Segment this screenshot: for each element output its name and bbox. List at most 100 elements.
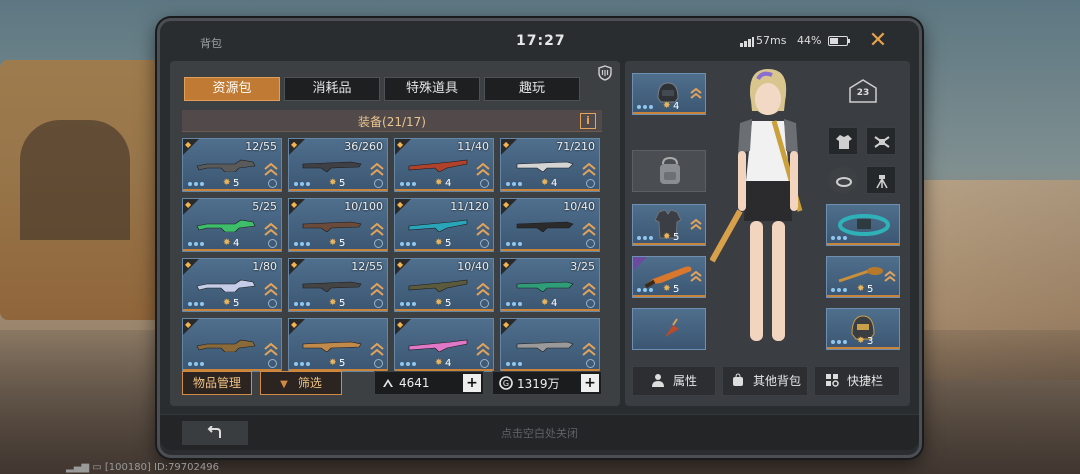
equipment-slot[interactable]: ◆ 11/120 ✸ 5 (394, 198, 494, 252)
tool-tab-button[interactable] (866, 166, 896, 194)
quickbar-button[interactable]: 快捷栏 (814, 366, 900, 396)
equipment-slot[interactable]: ◆ 3/25 ✸ 4 (500, 258, 600, 312)
fire-mode-icon (586, 239, 595, 248)
weapon-type-icon: ◆ (291, 320, 298, 329)
ammo-count: 71/210 (556, 140, 595, 153)
accessory-tab-button[interactable] (828, 166, 858, 194)
upgrade-chevron-icon (582, 342, 596, 356)
weapon-type-icon: ◆ (503, 260, 510, 269)
ammo-count: 11/40 (457, 140, 489, 153)
upgrade-chevron-icon (370, 162, 384, 176)
ammo-count: 1/80 (252, 260, 277, 273)
close-button[interactable]: ✕ (866, 29, 890, 53)
equipment-slot[interactable]: ◆ 12/55 ✸ 5 (182, 138, 282, 192)
outfit-tab-button[interactable] (828, 127, 858, 155)
equipment-slot[interactable]: ◆ ✸ 5 (288, 318, 388, 372)
durability-bar (183, 309, 281, 311)
equipment-slot[interactable]: ◆ 10/100 ✸ 5 (288, 198, 388, 252)
rarity-dots (400, 302, 416, 306)
ammo-count: 10/100 (344, 200, 383, 213)
upgrade-chevron-icon (690, 218, 702, 230)
equip-slot-helmet-top[interactable]: ✸ 4 (632, 73, 706, 115)
attributes-label: 属性 (673, 374, 698, 388)
bag-icon (733, 373, 743, 386)
fire-mode-icon (268, 299, 277, 308)
add-coins-button[interactable]: + (581, 374, 599, 392)
star-icon: ✸ (329, 178, 337, 188)
equip-slot-pan[interactable]: ✸ 5 (826, 256, 900, 298)
info-icon[interactable]: i (580, 113, 596, 129)
shield-icon[interactable] (598, 65, 612, 81)
star-icon: ✸ (857, 336, 865, 346)
window-title: 背包 (200, 37, 222, 50)
equipment-slot[interactable]: ◆ 1/80 ✸ 5 (182, 258, 282, 312)
weapon-icon (516, 281, 574, 292)
equipment-count-title: 装备(21/17) (358, 115, 426, 129)
slot-level: 4 (233, 238, 240, 249)
background-window (20, 120, 130, 240)
character-model (710, 69, 803, 341)
star-icon: ✸ (223, 178, 231, 188)
tab-special-items[interactable]: 特殊道具 (384, 77, 480, 101)
durability-bar (827, 347, 899, 349)
status-bar: 背包 17:27 57ms 44% ✕ (160, 21, 919, 61)
fire-mode-icon (374, 359, 383, 368)
filter-button[interactable]: ▼ 筛选 (260, 371, 342, 395)
backpack-window: 背包 17:27 57ms 44% ✕ 资源包 消耗品 特殊道具 趣玩 装备(2… (157, 18, 922, 458)
rarity-dots (400, 182, 416, 186)
ping-text: 57ms (756, 34, 787, 47)
fire-mode-icon (268, 239, 277, 248)
rarity-dots (294, 242, 310, 246)
star-icon: ✸ (857, 284, 865, 294)
slot-level: 3 (867, 336, 874, 347)
equipment-slot[interactable]: ◆ 5/25 ✸ 4 (182, 198, 282, 252)
character-level: 23 (856, 88, 870, 98)
equip-slot-armor[interactable]: ✸ 5 (632, 204, 706, 246)
backpack-slot[interactable] (632, 150, 706, 192)
add-bonds-button[interactable]: + (463, 374, 481, 392)
slot-level: 4 (673, 101, 680, 112)
weapon-icon (516, 221, 574, 232)
tab-consumables[interactable]: 消耗品 (284, 77, 380, 101)
rarity-dots (506, 302, 522, 306)
equipment-slot[interactable]: ◆ 12/55 ✸ 5 (288, 258, 388, 312)
rarity-dots (294, 362, 310, 366)
fire-mode-icon (268, 179, 277, 188)
equip-slot-belt[interactable] (826, 204, 900, 246)
signal-icon (740, 37, 754, 47)
weapon-icon (196, 279, 256, 292)
equipment-slot[interactable]: ◆ 11/40 ✸ 4 (394, 138, 494, 192)
star-icon: ✸ (663, 284, 671, 294)
weapon-type-icon: ◆ (185, 200, 192, 209)
attributes-button[interactable]: 属性 (632, 366, 716, 396)
tab-resource-pack[interactable]: 资源包 (184, 77, 280, 101)
system-info: ▂▄▆ ▭ [100180] ID:79702496 (66, 462, 219, 473)
vehicle-tab-button[interactable] (866, 127, 896, 155)
equipment-slot[interactable]: ◆ (182, 318, 282, 372)
equip-slot-sling[interactable] (632, 308, 706, 350)
equipment-slot[interactable]: ◆ 10/40 (500, 198, 600, 252)
tab-fun[interactable]: 趣玩 (484, 77, 580, 101)
equipment-slot[interactable]: ◆ (500, 318, 600, 372)
slot-level: 4 (551, 178, 558, 189)
weapon-icon (302, 221, 362, 232)
equip-slot-melee[interactable]: ✸ 5 (632, 256, 706, 298)
ammo-count: 36/260 (344, 140, 383, 153)
star-icon: ✸ (223, 238, 231, 248)
equipment-grid: ◆ 12/55 ✸ 5 ◆ 36/260 ✸ 5 ◆ 11/40 ✸ 4 ◆ 71/210 ✸ 4 ◆ 5/25 ✸… (182, 138, 606, 372)
coins-amount: 1319万 (517, 376, 560, 391)
equipment-slot[interactable]: ◆ 10/40 ✸ 5 (394, 258, 494, 312)
item-management-button[interactable]: 物品管理 (182, 371, 252, 395)
grid-gear-icon (826, 374, 839, 387)
weapon-type-icon: ◆ (397, 320, 404, 329)
star-icon: ✸ (541, 298, 549, 308)
equipment-slot[interactable]: ◆ 71/210 ✸ 4 (500, 138, 600, 192)
upgrade-chevron-icon (582, 162, 596, 176)
equipment-slot[interactable]: ◆ ✸ 4 (394, 318, 494, 372)
equip-slot-helmet[interactable]: ✸ 3 (826, 308, 900, 350)
durability-bar (633, 243, 705, 245)
equipment-slot[interactable]: ◆ 36/260 ✸ 5 (288, 138, 388, 192)
sling-icon (665, 318, 679, 337)
other-bags-button[interactable]: 其他背包 (722, 366, 808, 396)
weapon-type-icon: ◆ (291, 200, 298, 209)
